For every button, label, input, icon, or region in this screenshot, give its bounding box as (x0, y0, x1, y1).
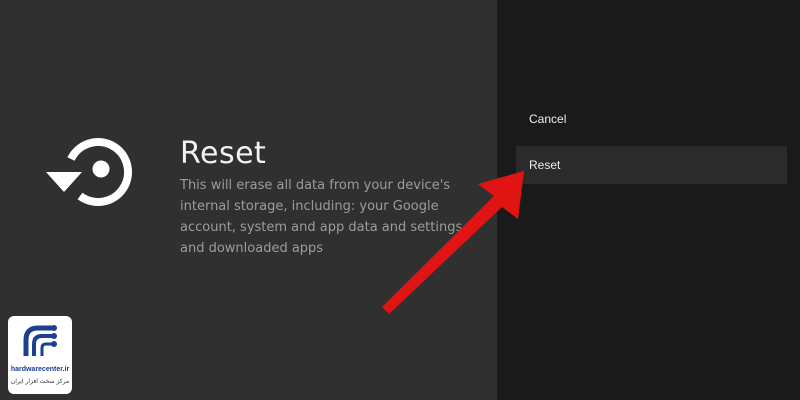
info-panel: Reset This will erase all data from your… (0, 0, 497, 400)
reset-option[interactable]: Reset (516, 146, 787, 184)
watermark-logo: hardwarecenter.ir مرکز سخت افزار ایران (8, 316, 72, 394)
watermark-tagline: مرکز سخت افزار ایران (10, 378, 70, 385)
page-title: Reset (180, 136, 267, 171)
reset-description: This will erase all data from your devic… (180, 178, 463, 256)
hardwarecenter-logo-icon (23, 325, 57, 356)
options-panel (497, 0, 800, 400)
cancel-option[interactable]: Cancel (516, 100, 787, 138)
watermark-site: hardwarecenter.ir (10, 366, 70, 373)
restore-icon (46, 138, 133, 206)
screen: Reset This will erase all data from your… (0, 0, 800, 400)
